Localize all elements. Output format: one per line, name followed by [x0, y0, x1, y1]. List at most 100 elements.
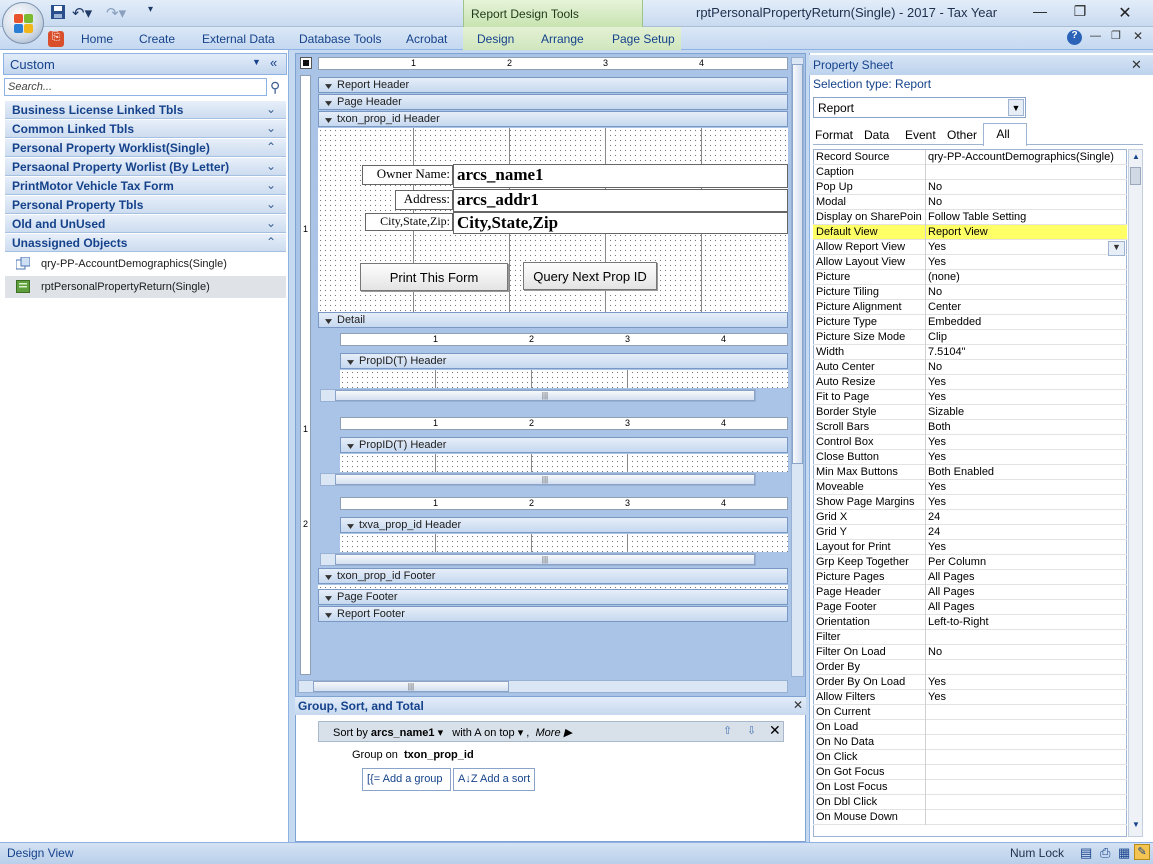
- property-value[interactable]: No: [928, 361, 942, 373]
- property-value[interactable]: All Pages: [928, 586, 974, 598]
- property-row[interactable]: On Lost Focus: [813, 780, 1127, 795]
- undo-icon[interactable]: ↶▾: [72, 4, 92, 22]
- customize-qat-icon[interactable]: ▾: [148, 4, 153, 22]
- query-next-prop-id-button[interactable]: Query Next Prop ID: [523, 262, 657, 290]
- property-row[interactable]: Control Box Yes: [813, 435, 1127, 450]
- property-value[interactable]: No: [928, 181, 942, 193]
- scroll-thumb[interactable]: |||: [335, 554, 755, 565]
- nav-dropdown-icon[interactable]: ▼: [252, 57, 261, 67]
- maximize-icon[interactable]: ❐: [1065, 3, 1095, 23]
- property-value[interactable]: No: [928, 286, 942, 298]
- chevron-down-icon[interactable]: ▼: [1108, 241, 1125, 256]
- group-on-row[interactable]: Group on txon_prop_id: [352, 749, 474, 761]
- property-row[interactable]: On Click: [813, 750, 1127, 765]
- scroll-thumb[interactable]: |||: [313, 681, 509, 692]
- doc-close-icon[interactable]: ✕: [1133, 29, 1143, 43]
- property-value[interactable]: Yes: [928, 541, 946, 553]
- acrobat-icon[interactable]: ⎘: [48, 31, 64, 47]
- section-report-footer[interactable]: Report Footer: [318, 606, 788, 622]
- property-value[interactable]: 24: [928, 526, 940, 538]
- property-row[interactable]: Fit to Page Yes: [813, 390, 1127, 405]
- property-row[interactable]: Picture Pages All Pages: [813, 570, 1127, 585]
- property-row[interactable]: Record Source qry-PP-AccountDemographics(…: [813, 150, 1127, 165]
- design-view-icon[interactable]: ✎: [1134, 844, 1150, 860]
- property-value[interactable]: All Pages: [928, 601, 974, 613]
- property-row[interactable]: Auto Center No: [813, 360, 1127, 375]
- property-row[interactable]: Allow Report View Yes: [813, 240, 1127, 255]
- property-value[interactable]: Yes: [928, 451, 946, 463]
- sort-order[interactable]: with A on top: [452, 727, 514, 739]
- scroll-thumb[interactable]: [792, 64, 803, 464]
- nav-group-printmotor[interactable]: PrintMotor Vehicle Tax Form ⌄: [5, 177, 286, 195]
- dropdown-icon[interactable]: ▾ ,: [515, 727, 530, 739]
- minimize-icon[interactable]: —: [1025, 3, 1055, 23]
- section-page-header[interactable]: Page Header: [318, 94, 788, 110]
- property-value[interactable]: Yes: [928, 391, 946, 403]
- subreport1-scrollbar[interactable]: |||: [320, 389, 756, 402]
- add-group-button[interactable]: [{= Add a group: [362, 768, 451, 791]
- property-row[interactable]: Modal No: [813, 195, 1127, 210]
- owner-name-label[interactable]: Owner Name:: [362, 165, 453, 185]
- property-value[interactable]: 24: [928, 511, 940, 523]
- subreport2-scrollbar[interactable]: |||: [320, 473, 756, 486]
- group-field[interactable]: txon_prop_id: [404, 749, 474, 761]
- nav-search-input[interactable]: Search...: [4, 78, 267, 96]
- tab-page-setup[interactable]: Page Setup: [612, 32, 675, 46]
- search-icon[interactable]: ⚲: [270, 79, 280, 96]
- nav-object-query[interactable]: qry-PP-AccountDemographics(Single): [5, 253, 286, 275]
- tab-create[interactable]: Create: [139, 32, 175, 46]
- property-value[interactable]: Yes: [928, 496, 946, 508]
- property-row[interactable]: Grid X 24: [813, 510, 1127, 525]
- property-value[interactable]: Left-to-Right: [928, 616, 989, 628]
- nav-group-old-unused[interactable]: Old and UnUsed ⌄: [5, 215, 286, 233]
- property-row[interactable]: Width 7.5104": [813, 345, 1127, 360]
- print-preview-icon[interactable]: ⎙: [1100, 845, 1110, 861]
- section-detail[interactable]: Detail: [318, 312, 788, 328]
- property-row[interactable]: Order By On Load Yes: [813, 675, 1127, 690]
- tab-home[interactable]: Home: [81, 32, 113, 46]
- property-row[interactable]: Filter: [813, 630, 1127, 645]
- subreport2-header[interactable]: PropID(T) Header: [340, 437, 788, 453]
- scroll-down-icon[interactable]: ▼: [1132, 820, 1140, 829]
- city-state-zip-label[interactable]: City,State,Zip:: [365, 213, 453, 231]
- property-value[interactable]: Sizable: [928, 406, 964, 418]
- nav-pane-header[interactable]: Custom ▼ «: [3, 53, 287, 75]
- property-row[interactable]: Scroll Bars Both: [813, 420, 1127, 435]
- property-value[interactable]: (none): [928, 271, 960, 283]
- property-row[interactable]: Allow Layout View Yes: [813, 255, 1127, 270]
- property-value[interactable]: Yes: [928, 256, 946, 268]
- property-value[interactable]: No: [928, 646, 942, 658]
- doc-restore-icon[interactable]: ❐: [1111, 29, 1121, 42]
- sort-field[interactable]: arcs_name1: [371, 727, 435, 739]
- scroll-thumb[interactable]: |||: [335, 474, 755, 485]
- layout-view-icon[interactable]: ▤: [1080, 845, 1092, 861]
- property-row[interactable]: Order By: [813, 660, 1127, 675]
- doc-minimize-icon[interactable]: —: [1090, 30, 1101, 42]
- design-vertical-scrollbar[interactable]: [791, 57, 804, 677]
- property-value[interactable]: Embedded: [928, 316, 981, 328]
- property-value[interactable]: All Pages: [928, 571, 974, 583]
- object-selector[interactable]: Report ▼: [813, 97, 1026, 118]
- report-selector[interactable]: [300, 57, 312, 69]
- property-row[interactable]: Moveable Yes: [813, 480, 1127, 495]
- nav-group-business-license[interactable]: Business License Linked Tbls ⌄: [5, 101, 286, 119]
- section-prop-footer[interactable]: txon_prop_id Footer: [318, 568, 788, 584]
- property-row[interactable]: Picture Type Embedded: [813, 315, 1127, 330]
- tab-format[interactable]: Format: [811, 125, 857, 145]
- property-row[interactable]: Picture (none): [813, 270, 1127, 285]
- scroll-up-icon[interactable]: ▲: [1132, 152, 1140, 161]
- property-value[interactable]: Report View: [928, 226, 988, 238]
- property-value[interactable]: Yes: [928, 676, 946, 688]
- property-value[interactable]: Per Column: [928, 556, 986, 568]
- property-value[interactable]: Yes: [928, 436, 946, 448]
- nav-group-common-linked[interactable]: Common Linked Tbls ⌄: [5, 120, 286, 138]
- section-prop-header[interactable]: txon_prop_id Header: [318, 111, 788, 127]
- tab-external-data[interactable]: External Data: [202, 32, 275, 46]
- move-up-icon[interactable]: ⇧: [723, 724, 732, 737]
- property-value[interactable]: Follow Table Setting: [928, 211, 1026, 223]
- property-row[interactable]: Filter On Load No: [813, 645, 1127, 660]
- office-button[interactable]: [2, 2, 44, 44]
- sort-by-row[interactable]: Sort by arcs_name1 ▾ with A on top ▾ , M…: [318, 721, 784, 742]
- save-icon[interactable]: [50, 4, 66, 22]
- property-row[interactable]: Caption: [813, 165, 1127, 180]
